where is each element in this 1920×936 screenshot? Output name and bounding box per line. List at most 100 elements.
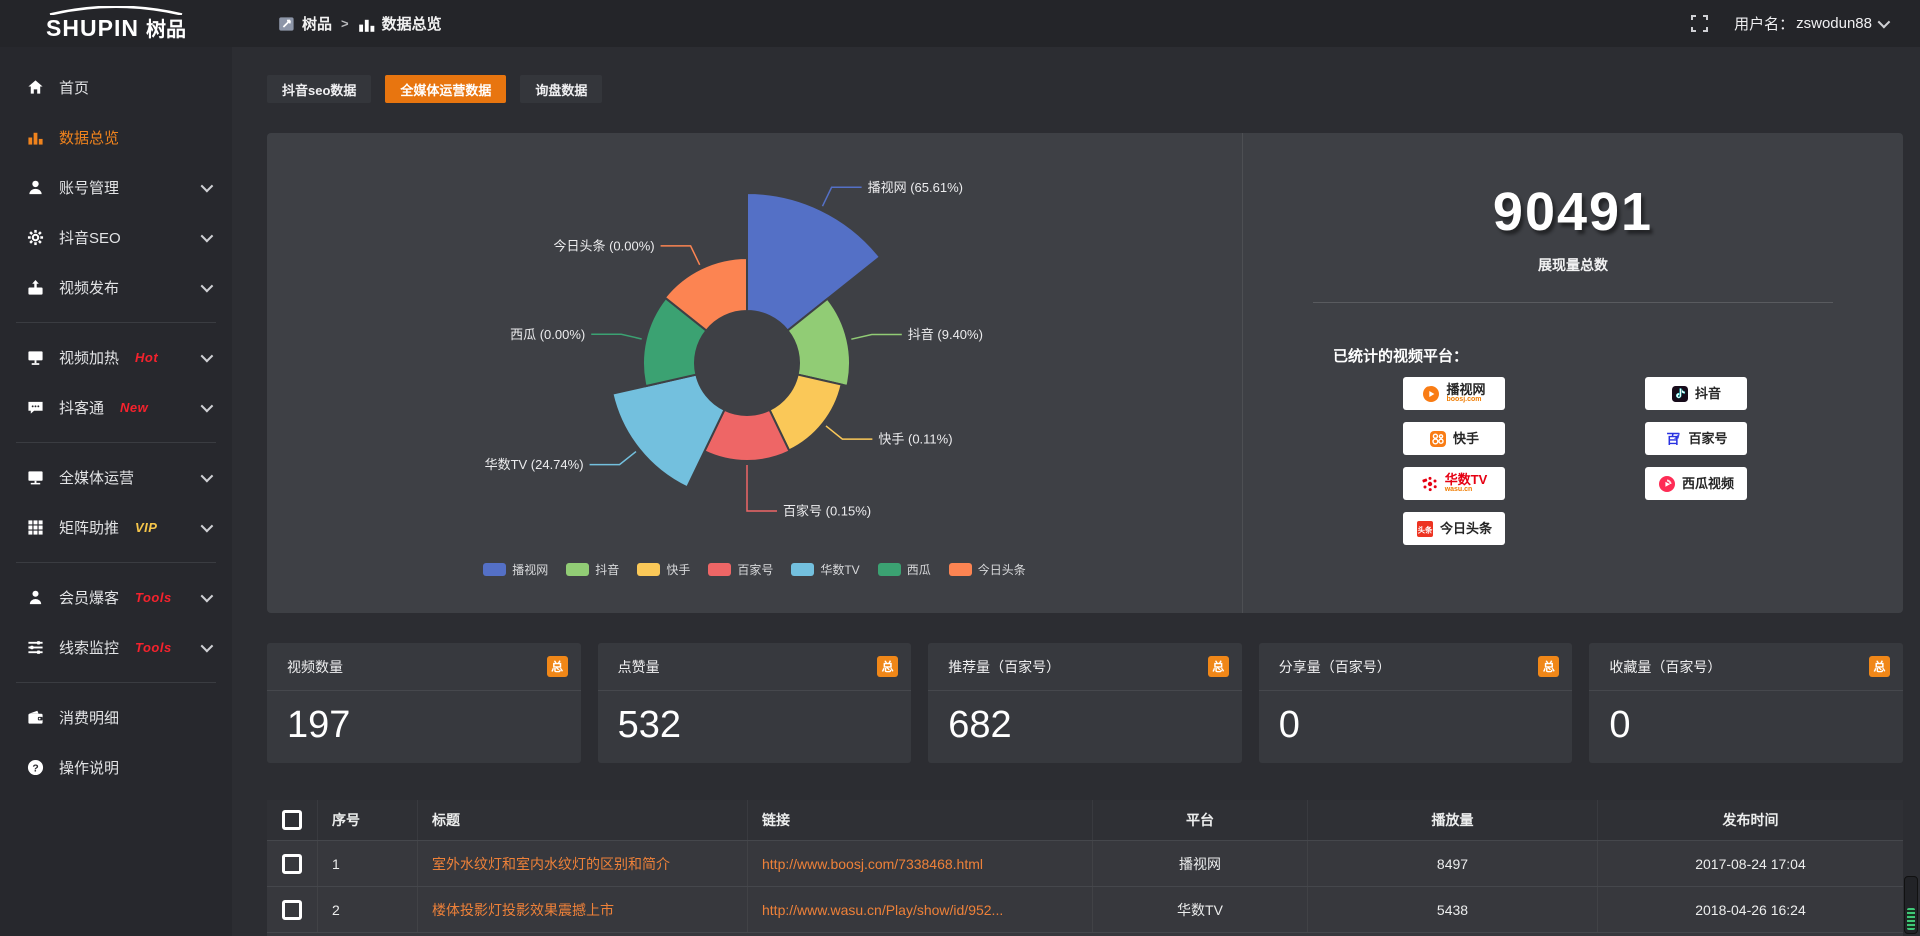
brand-logo[interactable]: SHUPIN 树品 bbox=[0, 0, 232, 47]
sidebar-item-douyin-seo[interactable]: 抖音SEO bbox=[0, 212, 232, 262]
fullscreen-icon[interactable] bbox=[1691, 15, 1708, 32]
member-icon bbox=[26, 588, 44, 606]
sliders-icon bbox=[26, 638, 44, 656]
platform-subtext: wasu.cn bbox=[1445, 486, 1473, 494]
stat-card-value: 682 bbox=[948, 704, 1242, 747]
hot-badge: Hot bbox=[135, 350, 158, 365]
sidebar-item-label: 线索监控 bbox=[59, 637, 119, 658]
sidebar-divider bbox=[16, 442, 216, 443]
sidebar-item-omnimedia[interactable]: 全媒体运营 bbox=[0, 452, 232, 502]
cell-platform: 华数TV bbox=[1092, 887, 1307, 932]
video-upload-icon bbox=[26, 278, 44, 296]
sidebar-item-douketong[interactable]: 抖客通 New bbox=[0, 382, 232, 432]
breadcrumb-label: 数据总览 bbox=[382, 13, 442, 34]
tab-douyin-seo-data[interactable]: 抖音seo数据 bbox=[267, 75, 371, 103]
sidebar-item-lead-monitor[interactable]: 线索监控 Tools bbox=[0, 622, 232, 672]
sidebar-item-video-heat[interactable]: 视频加热 Hot bbox=[0, 332, 232, 382]
legend-item-西瓜[interactable]: 西瓜 bbox=[878, 561, 931, 578]
platform-badges-col1: 播视网 boosj.com 快手 华数TV wasu.cn bbox=[1403, 377, 1505, 545]
legend-item-抖音[interactable]: 抖音 bbox=[566, 561, 619, 578]
select-all-checkbox[interactable] bbox=[282, 810, 302, 830]
platform-badge-toutiao[interactable]: 头条 今日头条 bbox=[1403, 512, 1505, 545]
legend-swatch bbox=[637, 563, 660, 576]
divider bbox=[1313, 302, 1833, 303]
stat-card-title: 收藏量（百家号） bbox=[1609, 657, 1721, 677]
stat-card-title: 视频数量 bbox=[287, 657, 343, 677]
platform-name: 西瓜视频 bbox=[1682, 477, 1734, 490]
legend-label: 抖音 bbox=[595, 561, 619, 578]
stat-card-value: 0 bbox=[1609, 704, 1903, 747]
pie-slice-华数TV[interactable] bbox=[612, 375, 724, 488]
pie-label: 百家号 (0.15%) bbox=[783, 504, 871, 519]
sidebar-item-instructions[interactable]: ? 操作说明 bbox=[0, 742, 232, 792]
row-checkbox[interactable] bbox=[282, 900, 302, 920]
row-checkbox[interactable] bbox=[282, 854, 302, 874]
breadcrumb: 树品 > 数据总览 bbox=[278, 13, 442, 34]
chart-legend: 播视网 抖音 快手 百家号 华数TV 西瓜 今日头条 bbox=[267, 561, 1242, 578]
platform-name: 今日头条 bbox=[1440, 522, 1492, 535]
total-badge[interactable]: 总 bbox=[877, 656, 898, 677]
total-badge[interactable]: 总 bbox=[1208, 656, 1229, 677]
legend-label: 百家号 bbox=[737, 561, 773, 578]
baijiahao-logo-icon: 百 bbox=[1664, 430, 1682, 448]
tab-inquiry-data[interactable]: 询盘数据 bbox=[520, 75, 602, 103]
sidebar-item-member-burst[interactable]: 会员爆客 Tools bbox=[0, 572, 232, 622]
cell-url-link[interactable]: http://www.boosj.com/7338468.html bbox=[747, 841, 1092, 886]
platform-badge-kuaishou[interactable]: 快手 bbox=[1403, 422, 1505, 455]
legend-swatch bbox=[708, 563, 731, 576]
sidebar-item-spend-detail[interactable]: 消费明细 bbox=[0, 692, 232, 742]
pie-label: 今日头条 (0.00%) bbox=[553, 238, 654, 253]
data-tabs: 抖音seo数据 全媒体运营数据 询盘数据 bbox=[267, 75, 1903, 103]
user-icon bbox=[26, 178, 44, 196]
pie-label: 抖音 (9.40%) bbox=[908, 327, 983, 342]
platform-badge-douyin[interactable]: 抖音 bbox=[1645, 377, 1747, 410]
platform-badge-baijiahao[interactable]: 百 百家号 bbox=[1645, 422, 1747, 455]
legend-label: 快手 bbox=[666, 561, 690, 578]
platforms-label: 已统计的视频平台： bbox=[1333, 345, 1468, 366]
edit-square-icon bbox=[278, 15, 296, 33]
brand-logo-en: SHUPIN bbox=[46, 15, 139, 42]
platform-badge-wasu[interactable]: 华数TV wasu.cn bbox=[1403, 467, 1505, 500]
legend-item-华数TV[interactable]: 华数TV bbox=[791, 561, 859, 578]
legend-item-播视网[interactable]: 播视网 bbox=[483, 561, 548, 578]
table-row-partial bbox=[267, 932, 1903, 936]
platform-name: 播视网 bbox=[1446, 383, 1485, 396]
sidebar: 首页 数据总览 账号管理 抖音SEO bbox=[0, 47, 232, 936]
platform-share-rose-chart: 播视网 (65.61%)抖音 (9.40%)快手 (0.11%)百家号 (0.1… bbox=[267, 145, 1242, 557]
tab-omnimedia-data[interactable]: 全媒体运营数据 bbox=[385, 75, 506, 103]
pie-label: 华数TV (24.74%) bbox=[485, 457, 584, 472]
total-badge[interactable]: 总 bbox=[1538, 656, 1559, 677]
cell-url-link[interactable]: http://www.wasu.cn/Play/show/id/952... bbox=[747, 887, 1092, 932]
sidebar-divider bbox=[16, 322, 216, 323]
legend-item-快手[interactable]: 快手 bbox=[637, 561, 690, 578]
legend-item-今日头条[interactable]: 今日头条 bbox=[949, 561, 1026, 578]
tools-badge: Tools bbox=[135, 640, 172, 655]
new-badge: New bbox=[120, 400, 148, 415]
breadcrumb-item-current[interactable]: 数据总览 bbox=[358, 13, 442, 34]
stat-card-recommends: 推荐量（百家号）总 682 bbox=[928, 643, 1242, 763]
sidebar-item-video-publish[interactable]: 视频发布 bbox=[0, 262, 232, 312]
legend-item-百家号[interactable]: 百家号 bbox=[708, 561, 773, 578]
breadcrumb-item-home[interactable]: 树品 bbox=[278, 13, 332, 34]
sidebar-item-label: 首页 bbox=[59, 77, 89, 98]
cell-title-link[interactable]: 楼体投影灯投影效果震撼上市 bbox=[417, 887, 747, 932]
sidebar-item-matrix-boost[interactable]: 矩阵助推 VIP bbox=[0, 502, 232, 552]
platform-badge-xigua[interactable]: 西瓜视频 bbox=[1645, 467, 1747, 500]
cell-title-link[interactable]: 室外水纹灯和室内水纹灯的区别和简介 bbox=[417, 841, 747, 886]
sidebar-item-account[interactable]: 账号管理 bbox=[0, 162, 232, 212]
sidebar-item-data-overview[interactable]: 数据总览 bbox=[0, 112, 232, 162]
sidebar-item-label: 消费明细 bbox=[59, 707, 119, 728]
floating-widget[interactable] bbox=[1904, 876, 1918, 934]
chevron-down-icon bbox=[201, 470, 214, 483]
pie-label-line bbox=[822, 187, 861, 206]
total-badge[interactable]: 总 bbox=[1869, 656, 1890, 677]
total-badge[interactable]: 总 bbox=[547, 656, 568, 677]
platform-badges-col2: 抖音 百 百家号 西瓜视频 bbox=[1645, 377, 1747, 500]
pie-label-line bbox=[590, 452, 636, 465]
douyin-logo-icon bbox=[1671, 385, 1689, 403]
col-header-time: 发布时间 bbox=[1597, 800, 1903, 840]
user-menu[interactable]: 用户名：zswodun88 bbox=[1734, 13, 1887, 34]
sidebar-item-label: 账号管理 bbox=[59, 177, 119, 198]
platform-badge-boosj[interactable]: 播视网 boosj.com bbox=[1403, 377, 1505, 410]
sidebar-item-home[interactable]: 首页 bbox=[0, 62, 232, 112]
